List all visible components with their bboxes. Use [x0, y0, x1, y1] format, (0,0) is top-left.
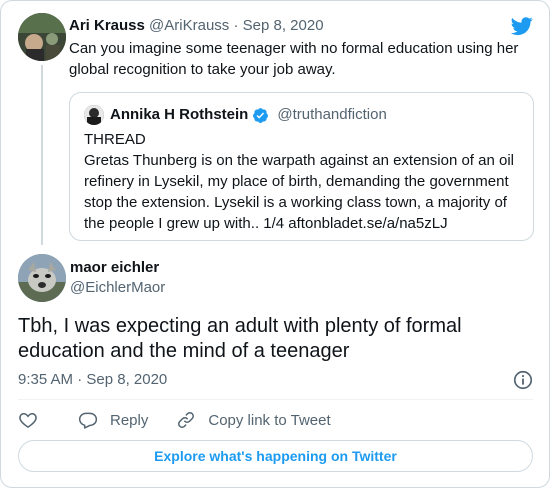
quoted-tweet-avatar: [84, 105, 104, 125]
like-button[interactable]: [18, 410, 50, 430]
quoted-tweet-header: Annika H Rothstein @truthandfiction: [110, 105, 387, 125]
parent-author-handle[interactable]: @AriKrauss: [149, 17, 229, 34]
main-author-name[interactable]: maor eichler: [70, 258, 159, 278]
meta-separator: ·: [233, 17, 239, 34]
parent-tweet-header: Ari Krauss @AriKrauss · Sep 8, 2020: [69, 16, 324, 36]
quoted-tweet-line: THREAD: [84, 131, 146, 148]
parent-author-name[interactable]: Ari Krauss: [69, 17, 145, 34]
tweet-actions-bar: Reply Copy link to Tweet: [18, 409, 359, 431]
thread-connector-line: [41, 65, 43, 245]
quoted-tweet-text: THREAD Gretas Thunberg is on the warpath…: [84, 129, 524, 234]
parent-tweet-avatar[interactable]: [18, 13, 66, 61]
info-icon[interactable]: [512, 369, 534, 391]
quoted-tweet-line: Gretas Thunberg is on the warpath agains…: [84, 152, 514, 232]
copy-link-button[interactable]: Copy link to Tweet: [176, 410, 331, 430]
verified-badge-icon: [253, 107, 269, 123]
main-author-handle[interactable]: @EichlerMaor: [70, 278, 165, 298]
quoted-author-name: Annika H Rothstein: [110, 106, 249, 123]
copy-link-label: Copy link to Tweet: [208, 411, 331, 429]
tweet-embed-card: Ari Krauss @AriKrauss · Sep 8, 2020 Can …: [0, 0, 550, 488]
main-tweet-avatar[interactable]: [18, 254, 66, 302]
explore-twitter-button[interactable]: Explore what's happening on Twitter: [18, 440, 533, 472]
reply-icon: [78, 412, 98, 429]
heart-icon: [19, 412, 37, 428]
twitter-bird-icon[interactable]: [510, 15, 534, 37]
quoted-author-handle: @truthandfiction: [277, 106, 387, 123]
reply-label: Reply: [110, 411, 149, 429]
reply-button[interactable]: Reply: [78, 410, 148, 430]
main-tweet-text: Tbh, I was expecting an adult with plent…: [18, 315, 462, 362]
quoted-tweet[interactable]: Annika H Rothstein @truthandfiction THRE…: [69, 92, 534, 241]
actions-divider: [18, 399, 533, 400]
parent-tweet-text: Can you imagine some teenager with no fo…: [69, 40, 519, 78]
main-tweet-timestamp[interactable]: 9:35 AM · Sep 8, 2020: [18, 370, 167, 390]
parent-tweet-date[interactable]: Sep 8, 2020: [243, 17, 324, 34]
link-icon: [178, 412, 195, 428]
